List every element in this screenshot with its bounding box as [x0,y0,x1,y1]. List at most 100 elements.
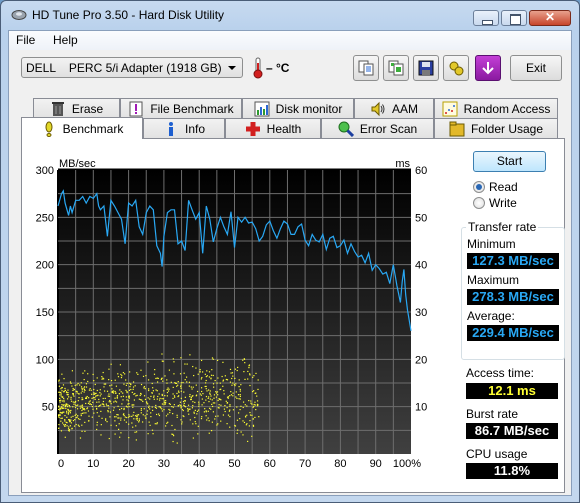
access-time-point [120,417,122,419]
access-time-point [229,381,232,383]
tab-disk-monitor[interactable]: Disk monitor [242,98,354,118]
tab-health[interactable]: Health [225,118,321,138]
access-time-point [136,419,138,421]
write-radio[interactable]: Write [473,196,517,210]
access-time-point [71,370,73,372]
close-button[interactable] [529,10,571,26]
access-time-point [122,372,124,374]
window-title: HD Tune Pro 3.50 - Hard Disk Utility [32,8,225,22]
access-time-point [67,404,69,406]
access-time-point [180,357,182,359]
access-time-point [107,395,109,397]
copy-text-button[interactable] [353,55,379,81]
tab-benchmark[interactable]: Benchmark [21,117,143,139]
access-time-point [233,383,235,386]
access-time-point [70,409,72,412]
access-time-point [132,426,134,428]
access-time-point [109,416,111,418]
download-button[interactable] [475,55,501,81]
access-time-point [217,423,219,425]
access-time-point [189,354,191,356]
access-time-point [76,408,79,410]
access-time-point [242,401,245,403]
access-time-point [211,403,213,405]
access-time-point [86,395,88,398]
access-time-point [190,398,192,401]
exit-button[interactable]: Exit [510,55,562,81]
access-time-point [66,405,69,408]
access-time-point [101,417,103,419]
access-time-point [145,417,147,419]
tab-error-scan[interactable]: Error Scan [321,118,434,138]
tab-aam[interactable]: AAM [354,98,434,118]
tab-file-benchmark[interactable]: File Benchmark [120,98,242,118]
minimize-button[interactable] [473,10,499,26]
access-time-point [59,401,61,403]
options-button[interactable] [443,55,469,81]
access-time-point [120,373,122,376]
access-time-point [189,395,191,398]
access-time-point [146,402,148,404]
access-time-point [244,362,246,364]
access-time-point [72,406,74,408]
access-time-point [135,418,137,420]
access-time-point [194,401,196,404]
access-time-point [223,393,225,395]
access-time-point [229,368,232,371]
access-time-point [176,392,178,395]
access-time-point [72,419,75,422]
access-time-point [155,404,157,407]
access-time-point [134,385,136,387]
access-time-point [155,407,158,409]
access-time-point [156,390,158,392]
access-time-point [154,406,157,409]
radio-selected-icon [473,181,485,193]
access-time-point [64,436,66,438]
access-time-point [63,401,65,403]
x-tick-label: 100% [393,458,421,470]
menu-file[interactable]: File [16,33,35,47]
tab-info[interactable]: Info [143,118,225,138]
access-time-point [143,408,145,410]
start-button[interactable]: Start [473,151,546,172]
save-button[interactable] [413,55,439,81]
access-time-point [145,375,147,377]
maximize-button[interactable] [501,10,527,26]
access-time-point [217,359,219,361]
access-time-point [205,415,207,417]
tab-folder-usage[interactable]: Folder Usage [434,118,558,138]
access-time-point [79,384,81,386]
copy-screenshot-button[interactable] [383,55,409,81]
access-time-point [208,420,210,422]
access-time-point [158,414,161,417]
access-time-point [251,414,253,416]
access-time-point [80,413,82,415]
access-time-point [152,433,154,435]
access-time-point [117,417,119,419]
x-tick-label: 80 [334,458,346,470]
access-time-point [118,417,120,419]
access-time-point [74,401,76,404]
access-time-point [94,393,96,395]
access-time-point [70,382,72,384]
access-time-point [105,383,107,385]
access-time-point [92,373,94,376]
access-time-point [227,414,230,416]
access-time-point [70,416,72,418]
access-time-point [211,421,213,423]
drive-select[interactable]: DELL PERC 5/i Adapter (1918 GB) [21,57,243,78]
tab-erase[interactable]: Erase [33,98,120,118]
access-time-point [217,399,219,402]
access-time-point [61,386,63,389]
access-time-point [246,405,248,407]
access-time-point [179,373,182,375]
access-time-point [171,424,173,427]
access-time-point [123,408,125,411]
access-time-point [136,414,138,416]
menu-help[interactable]: Help [53,33,78,47]
access-time-point [194,409,196,411]
access-time-point [96,377,98,379]
tab-random-access[interactable]: Random Access [434,98,558,118]
read-radio[interactable]: Read [473,180,518,194]
title-bar[interactable]: HD Tune Pro 3.50 - Hard Disk Utility [1,1,579,29]
